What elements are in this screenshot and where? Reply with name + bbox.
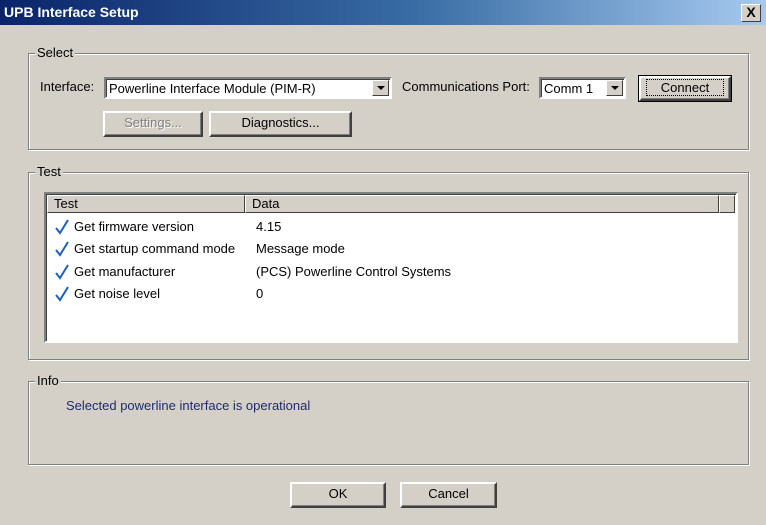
title-bar: UPB Interface Setup X: [0, 0, 766, 25]
connect-button-label: Connect: [645, 79, 725, 96]
row-data-value: Message mode: [256, 241, 345, 256]
row-data-value: 4.15: [256, 219, 282, 234]
table-row[interactable]: Get startup command mode Message mode: [50, 239, 730, 259]
interface-select-value: Powerline Interface Module (PIM-R): [109, 81, 316, 96]
test-results-list[interactable]: Test Data Get firmware version 4.15 Get …: [44, 192, 738, 343]
check-icon: [55, 264, 69, 280]
row-test-name: Get firmware version: [74, 219, 194, 234]
info-group: Info: [28, 373, 749, 465]
settings-button[interactable]: Settings...: [103, 111, 203, 137]
port-label: Communications Port:: [402, 79, 530, 94]
connect-button[interactable]: Connect: [638, 75, 732, 102]
test-group-legend: Test: [35, 164, 63, 179]
info-message: Selected powerline interface is operatio…: [66, 398, 311, 413]
port-select-value: Comm 1: [544, 81, 594, 96]
cancel-button-label: Cancel: [428, 486, 469, 501]
chevron-down-icon[interactable]: [606, 80, 623, 96]
interface-label: Interface:: [40, 79, 95, 94]
check-icon: [55, 241, 69, 257]
port-select[interactable]: Comm 1: [539, 77, 626, 99]
check-icon: [55, 286, 69, 302]
settings-button-label: Settings...: [124, 115, 182, 130]
info-group-legend: Info: [35, 373, 61, 388]
column-header-test[interactable]: Test: [47, 195, 245, 213]
check-icon: [55, 219, 69, 235]
chevron-down-icon[interactable]: [372, 80, 389, 96]
row-data-value: (PCS) Powerline Control Systems: [256, 264, 452, 279]
close-button[interactable]: X: [741, 4, 761, 22]
row-test-name: Get manufacturer: [74, 264, 176, 279]
ok-button-label: OK: [328, 486, 348, 501]
diagnostics-button-label: Diagnostics...: [241, 115, 320, 130]
window-title: UPB Interface Setup: [4, 4, 139, 20]
table-row[interactable]: Get noise level 0: [50, 284, 730, 304]
table-row[interactable]: Get firmware version 4.15: [50, 217, 730, 237]
column-header-data[interactable]: Data: [245, 195, 719, 213]
column-header-empty[interactable]: [719, 195, 735, 213]
cancel-button[interactable]: Cancel: [400, 482, 497, 508]
select-group-legend: Select: [35, 45, 76, 60]
ok-button[interactable]: OK: [290, 482, 386, 508]
close-icon: X: [746, 4, 756, 20]
diagnostics-button[interactable]: Diagnostics...: [209, 111, 352, 137]
interface-select[interactable]: Powerline Interface Module (PIM-R): [104, 77, 392, 99]
row-data-value: 0: [256, 286, 264, 301]
row-test-name: Get startup command mode: [74, 241, 236, 256]
table-row[interactable]: Get manufacturer (PCS) Powerline Control…: [50, 262, 730, 282]
row-test-name: Get noise level: [74, 286, 160, 301]
